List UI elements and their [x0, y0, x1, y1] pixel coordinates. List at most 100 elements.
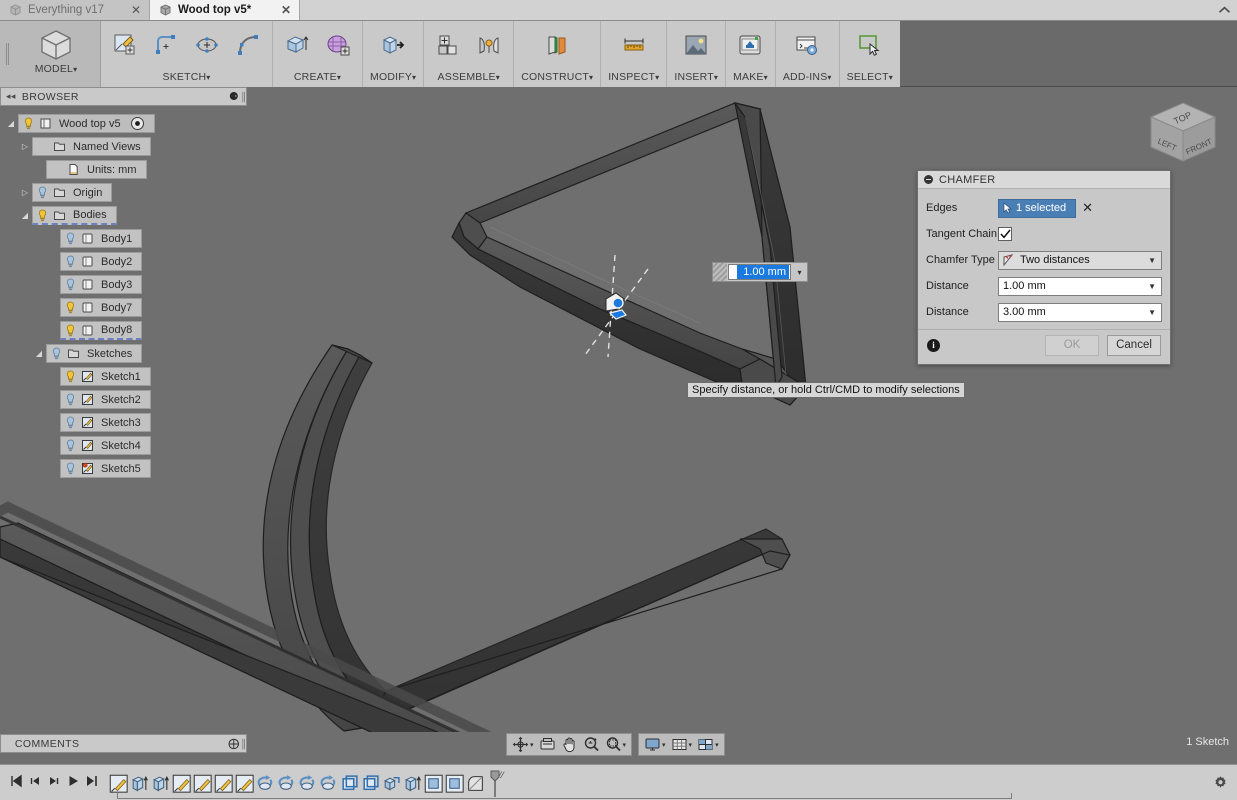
panel-resize-handle[interactable]: ∥	[241, 91, 246, 103]
timeline-feature-sketch[interactable]	[172, 774, 191, 793]
distance1-input[interactable]: 1.00 mm ▼	[998, 276, 1162, 296]
minus-circle-icon[interactable]: ⚈	[227, 90, 241, 103]
tree-item-sketch2[interactable]: Sketch2	[0, 388, 250, 411]
spline-icon[interactable]	[231, 26, 265, 64]
timeline-feature-revolve[interactable]	[256, 774, 275, 793]
visibility-bulb-icon[interactable]	[65, 232, 76, 245]
tree-item-units-mm[interactable]: Units: mm	[0, 158, 250, 181]
chamfer-dialog-titlebar[interactable]: CHAMFER	[918, 171, 1170, 189]
dimension-field[interactable]: 1.00 mm	[728, 264, 791, 280]
press-pull-icon[interactable]	[376, 26, 410, 64]
timeline-feature-shell[interactable]	[361, 774, 380, 793]
tangent-chain-checkbox[interactable]	[998, 227, 1012, 241]
expand-arrow-right-icon[interactable]: ▷	[18, 188, 32, 197]
expand-arrow-down-icon[interactable]: ◢	[18, 211, 32, 220]
ok-button[interactable]: OK	[1045, 334, 1099, 356]
tree-item-wood-top-v5[interactable]: ◢ Wood top v5	[0, 112, 250, 135]
tree-item-bodies[interactable]: ◢ Bodies	[0, 204, 250, 227]
timeline-feature-sketch[interactable]	[193, 774, 212, 793]
tree-item-pill[interactable]: Sketch4	[60, 436, 151, 455]
extrude-icon[interactable]	[280, 26, 314, 64]
circle-icon[interactable]	[190, 26, 224, 64]
timeline-feature-revolve[interactable]	[319, 774, 338, 793]
grid-snaps-icon[interactable]: ▾	[669, 735, 695, 754]
chamfer-type-dropdown[interactable]: Two distances ▼	[998, 250, 1162, 270]
visibility-bulb-icon[interactable]	[65, 278, 76, 291]
distance2-input[interactable]: 3.00 mm ▼	[998, 302, 1162, 322]
ribbon-group-label[interactable]: CREATE▾	[294, 71, 341, 87]
visibility-bulb-icon[interactable]	[65, 416, 76, 429]
tree-item-body3[interactable]: Body3	[0, 273, 250, 296]
visibility-bulb-icon[interactable]	[37, 209, 48, 222]
timeline-feature-revolve[interactable]	[298, 774, 317, 793]
3d-print-icon[interactable]	[733, 26, 767, 64]
orbit-icon[interactable]: ▾	[510, 735, 536, 754]
tree-item-named-views[interactable]: ▷ Named Views	[0, 135, 250, 158]
visibility-bulb-icon[interactable]	[65, 301, 76, 314]
timeline-feature-sketch[interactable]	[235, 774, 254, 793]
chevron-down-icon[interactable]: ▾	[792, 268, 807, 277]
timeline-feature-revolve[interactable]	[277, 774, 296, 793]
step-back-icon[interactable]	[28, 774, 42, 791]
ribbon-group-label[interactable]: ADD-INS▾	[783, 71, 832, 87]
gear-icon[interactable]	[1213, 775, 1228, 793]
tree-item-sketch3[interactable]: Sketch3	[0, 411, 250, 434]
close-icon[interactable]: ✕	[127, 3, 141, 17]
visibility-bulb-icon[interactable]	[65, 255, 76, 268]
cancel-button[interactable]: Cancel	[1107, 334, 1161, 356]
ribbon-group-label[interactable]: INSERT▾	[674, 71, 718, 87]
fit-icon[interactable]: ▾	[603, 735, 629, 754]
tree-item-pill[interactable]: Origin	[32, 183, 113, 202]
add-comment-icon[interactable]: ⨁	[227, 737, 241, 750]
chamfer-manipulator[interactable]	[605, 292, 627, 320]
offset-plane-icon[interactable]	[540, 26, 574, 64]
tree-item-body7[interactable]: Body7	[0, 296, 250, 319]
tree-item-sketches[interactable]: ◢ Sketches	[0, 342, 250, 365]
timeline-feature-extrude[interactable]	[130, 774, 149, 793]
edges-selection-button[interactable]: 1 selected	[998, 198, 1077, 218]
viewcube[interactable]: TOP LEFT FRONT	[1135, 93, 1231, 175]
timeline-feature-sketch[interactable]	[214, 774, 233, 793]
visibility-bulb-icon[interactable]	[65, 462, 76, 475]
ribbon-group-label[interactable]: ASSEMBLE▾	[438, 71, 500, 87]
expand-arrow-down-icon[interactable]: ◢	[32, 349, 46, 358]
line-icon[interactable]	[149, 26, 183, 64]
ribbon-group-label[interactable]: MODIFY▾	[370, 71, 416, 87]
ribbon-group-label[interactable]: SELECT▾	[847, 71, 893, 87]
tree-item-pill[interactable]: Body8	[60, 321, 143, 340]
display-settings-icon[interactable]: ▾	[642, 735, 668, 754]
viewports-icon[interactable]: ▾	[695, 735, 721, 754]
timeline-feature-fillet[interactable]	[466, 774, 485, 793]
expand-arrow-down-icon[interactable]: ◢	[4, 119, 18, 128]
document-tab-wood-top[interactable]: Wood top v5* ✕	[150, 0, 300, 20]
workspace-selector[interactable]: MODEL▾	[12, 21, 101, 87]
visibility-bulb-icon[interactable]	[23, 117, 34, 130]
tree-item-sketch1[interactable]: Sketch1	[0, 365, 250, 388]
close-icon[interactable]: ✕	[277, 3, 291, 17]
document-tab-everything[interactable]: Everything v17 ✕	[0, 0, 150, 20]
tree-item-pill[interactable]: Units: mm	[46, 160, 147, 179]
timeline-feature-pattern[interactable]	[445, 774, 464, 793]
info-icon[interactable]: i	[927, 338, 940, 352]
new-component-icon[interactable]	[431, 26, 465, 64]
chevron-up-icon[interactable]	[1211, 0, 1237, 20]
tree-item-body2[interactable]: Body2	[0, 250, 250, 273]
zoom-icon[interactable]	[581, 735, 602, 754]
comments-header[interactable]: COMMENTS ⨁ ∥	[0, 734, 247, 753]
expand-arrow-right-icon[interactable]: ▷	[18, 142, 32, 151]
tree-item-pill[interactable]: Body1	[60, 229, 143, 248]
collapse-left-icon[interactable]: ◂◂	[1, 91, 22, 102]
drag-handle-icon[interactable]	[713, 263, 727, 281]
panel-resize-handle[interactable]: ∥	[241, 738, 246, 750]
tree-item-pill[interactable]: Sketch2	[60, 390, 151, 409]
timeline-feature-sketch[interactable]	[109, 774, 128, 793]
pan-hand-icon[interactable]	[559, 735, 580, 754]
create-sketch-icon[interactable]	[108, 26, 142, 64]
tree-item-pill[interactable]: Sketches	[46, 344, 143, 363]
play-icon[interactable]	[66, 774, 80, 791]
visibility-bulb-icon[interactable]	[51, 347, 62, 360]
tree-item-origin[interactable]: ▷ Origin	[0, 181, 250, 204]
visibility-bulb-icon[interactable]	[65, 393, 76, 406]
timeline-feature-combine[interactable]	[382, 774, 401, 793]
component-activate-icon[interactable]	[130, 116, 145, 131]
